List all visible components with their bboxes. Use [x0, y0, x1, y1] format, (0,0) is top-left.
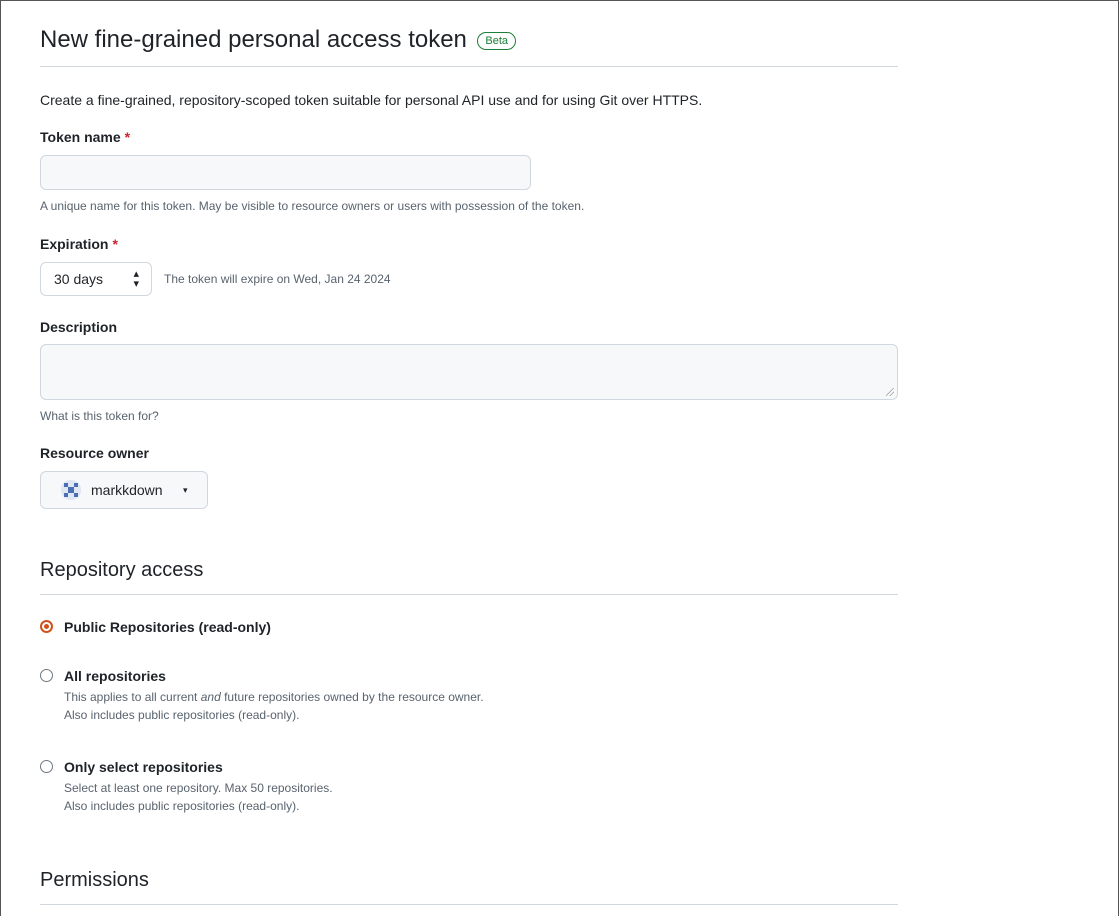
required-mark: * — [124, 129, 131, 145]
radio-description: Also includes public repositories (read-… — [64, 708, 300, 722]
expiration-note: The token will expire on Wed, Jan 24 202… — [164, 272, 391, 286]
description-textarea[interactable] — [40, 344, 898, 400]
resource-owner-dropdown[interactable]: markkdown ▾ — [40, 471, 208, 509]
radio-label: All repositories — [64, 668, 166, 684]
caret-down-icon: ▾ — [183, 485, 188, 495]
token-name-input[interactable] — [40, 155, 531, 190]
resize-handle-icon[interactable] — [886, 388, 894, 396]
resource-owner-name: markkdown — [91, 482, 163, 498]
resource-owner-label: Resource owner — [40, 445, 149, 461]
repository-access-heading: Repository access — [40, 556, 898, 595]
beta-badge: Beta — [477, 32, 516, 50]
intro-text: Create a fine-grained, repository-scoped… — [40, 92, 703, 108]
desc-text: future repositories owned by the resourc… — [220, 690, 484, 704]
expiration-value: 30 days — [54, 271, 104, 287]
radio-unchecked-icon[interactable] — [40, 669, 53, 682]
avatar — [61, 480, 81, 500]
page-title: New fine-grained personal access token — [40, 26, 467, 53]
radio-unchecked-icon[interactable] — [40, 760, 53, 773]
radio-description: This applies to all current and future r… — [64, 688, 484, 706]
radio-checked-icon[interactable] — [40, 620, 53, 633]
token-name-label-text: Token name — [40, 129, 121, 145]
radio-description: Select at least one repository. Max 50 r… — [64, 781, 333, 795]
expiration-label: Expiration * — [40, 234, 118, 254]
permissions-heading: Permissions — [40, 866, 898, 905]
desc-emphasis: and — [200, 690, 221, 704]
expiration-select[interactable]: 30 days ▴ ▾ — [40, 262, 152, 296]
required-mark: * — [112, 236, 118, 252]
radio-label: Only select repositories — [64, 759, 223, 775]
description-label: Description — [40, 319, 118, 335]
expiration-label-text: Expiration — [40, 236, 109, 252]
radio-label: Public Repositories (read-only) — [64, 619, 271, 635]
token-name-label: Token name * — [40, 127, 130, 147]
radio-description: Also includes public repositories (read-… — [64, 799, 300, 813]
desc-text: This applies to all current — [64, 690, 201, 704]
description-note: What is this token for? — [40, 409, 159, 423]
token-name-note: A unique name for this token. May be vis… — [40, 199, 585, 213]
select-arrows-icon: ▴ ▾ — [133, 268, 139, 290]
page-header: New fine-grained personal access token B… — [40, 24, 898, 67]
